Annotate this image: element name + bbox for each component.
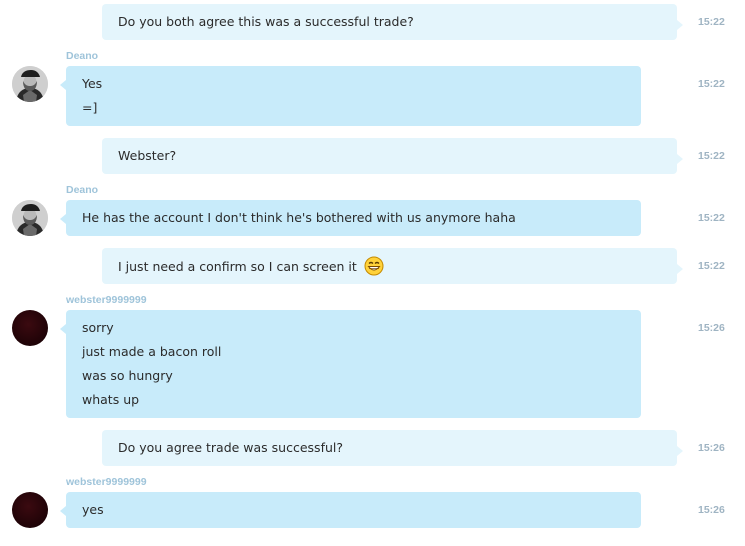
message-text: sorry [82,320,114,335]
avatar[interactable] [12,310,48,346]
message-text-row: I just need a confirm so I can screen it [118,256,384,279]
avatar[interactable] [12,492,48,528]
message-timestamp: 15:26 [698,504,725,516]
message-text: Webster? [118,148,177,163]
message-text: just made a bacon roll [82,344,222,359]
portrait-icon [12,200,48,236]
message-timestamp: 15:22 [698,150,725,162]
outgoing-message: Do you both agree this was a successful … [102,4,683,40]
message-timestamp: 15:22 [698,260,725,272]
message-timestamp: 15:26 [698,442,725,454]
message-text: was so hungry [82,368,173,383]
message-text: =] [82,100,98,115]
message-timestamp: 15:22 [698,78,725,90]
incoming-message: Yes =] [60,66,641,126]
incoming-message: yes [60,492,641,528]
message-timestamp: 15:26 [698,322,725,334]
sender-name[interactable]: Deano [66,50,98,62]
message-text: Do you agree trade was successful? [118,440,343,455]
incoming-message: sorry just made a bacon roll was so hung… [60,310,641,418]
message-text: Yes [82,76,103,91]
sender-name[interactable]: webster9999999 [66,476,147,488]
outgoing-message: I just need a confirm so I can screen it [102,248,683,284]
message-text: Do you both agree this was a successful … [118,14,414,29]
portrait-icon [12,66,48,102]
message-timestamp: 15:22 [698,16,725,28]
outgoing-message: Do you agree trade was successful? [102,430,683,466]
avatar[interactable] [12,66,48,102]
message-text: I just need a confirm so I can screen it [118,259,357,274]
message-text: yes [82,502,104,517]
sender-name[interactable]: webster9999999 [66,294,147,306]
message-text: He has the account I don't think he's bo… [82,210,516,225]
avatar[interactable] [12,200,48,236]
incoming-message: He has the account I don't think he's bo… [60,200,641,236]
message-text: whats up [82,392,140,407]
grin-smiley-icon [364,256,384,279]
outgoing-message: Webster? [102,138,683,174]
sender-name[interactable]: Deano [66,184,98,196]
message-timestamp: 15:22 [698,212,725,224]
